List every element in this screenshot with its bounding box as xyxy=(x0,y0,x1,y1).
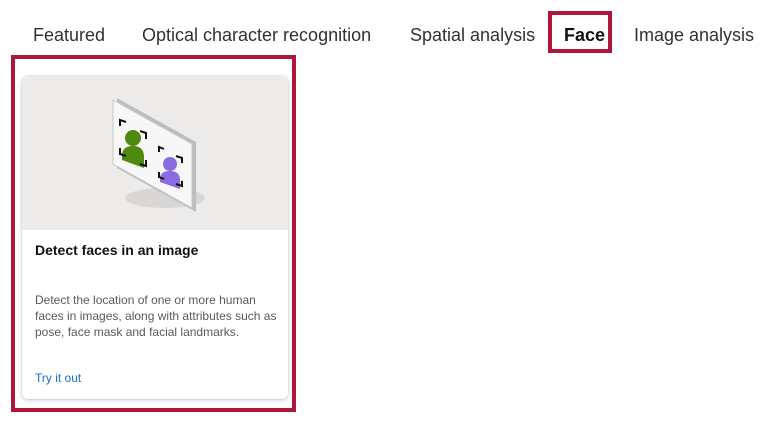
face-detection-illustration-icon xyxy=(112,98,205,212)
tab-featured[interactable]: Featured xyxy=(33,20,105,50)
try-it-out-link[interactable]: Try it out xyxy=(35,371,81,385)
card-description: Detect the location of one or more human… xyxy=(35,293,277,339)
card-title: Detect faces in an image xyxy=(35,242,199,258)
tab-ocr[interactable]: Optical character recognition xyxy=(142,20,371,50)
tab-image-analysis[interactable]: Image analysis xyxy=(634,20,754,50)
card-illustration xyxy=(22,76,288,230)
tab-face[interactable]: Face xyxy=(564,20,605,50)
detect-faces-card[interactable]: Detect faces in an image Detect the loca… xyxy=(22,76,288,399)
tab-spatial-analysis[interactable]: Spatial analysis xyxy=(410,20,535,50)
